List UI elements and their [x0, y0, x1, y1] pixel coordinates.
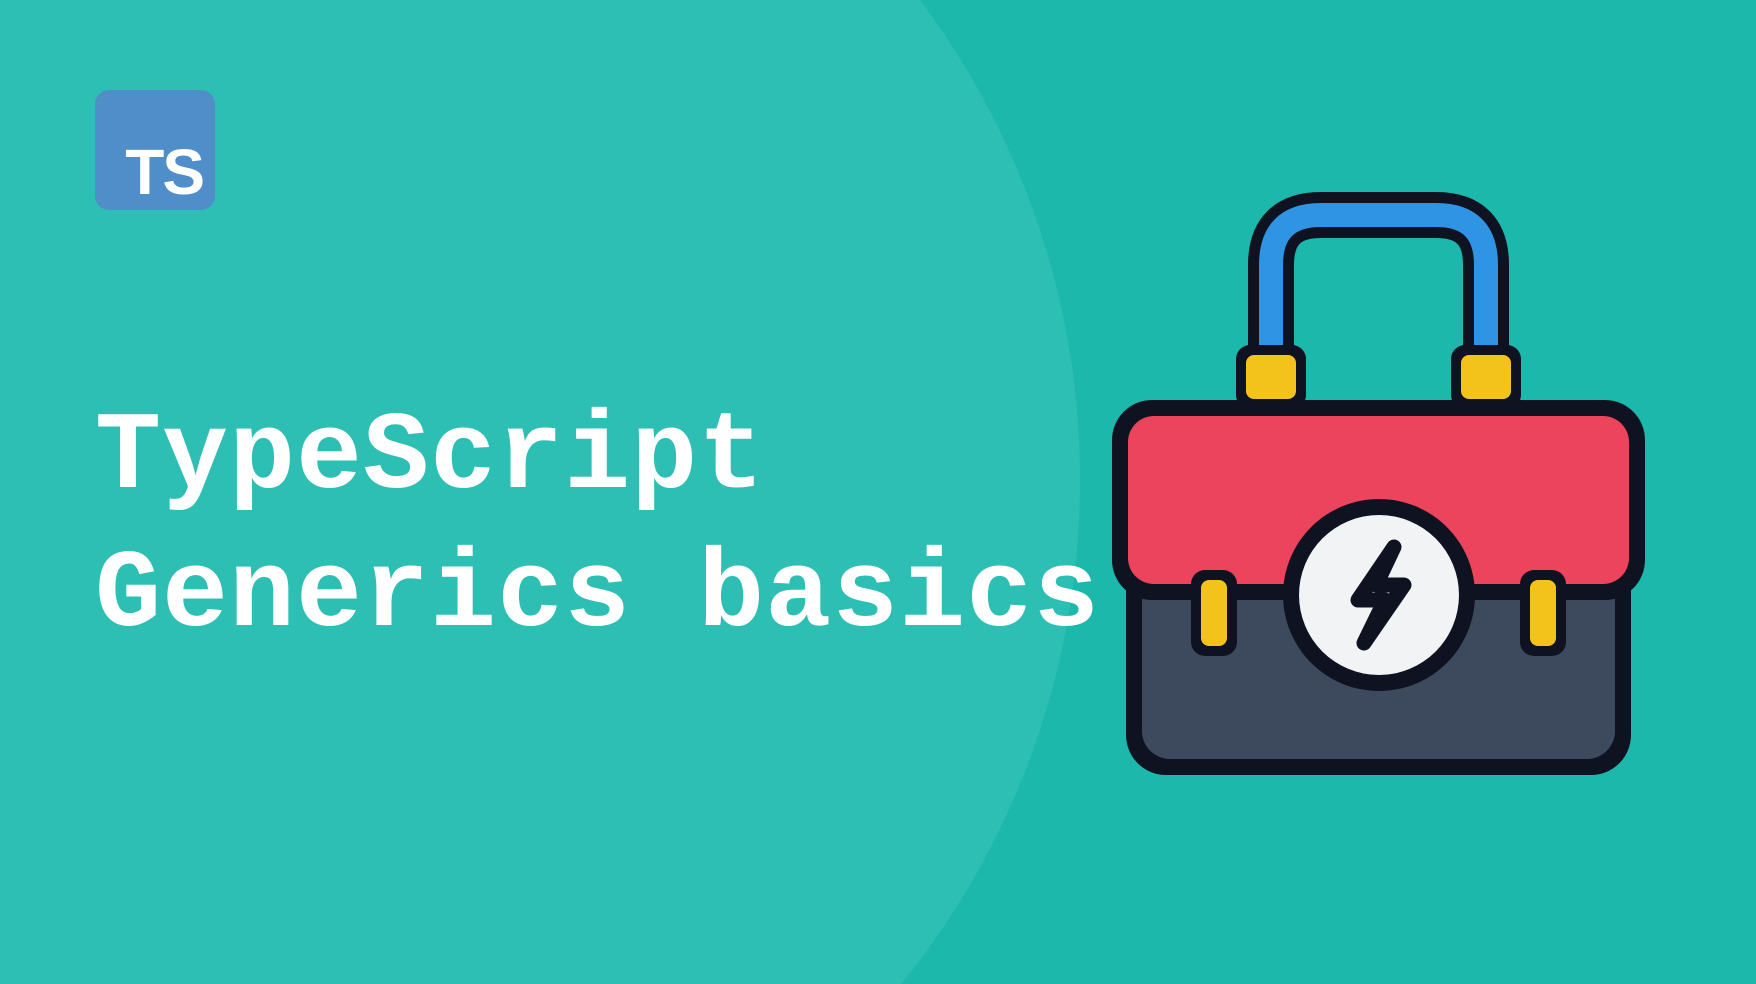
toolbox-icon	[1106, 175, 1651, 795]
page-title: TypeScript Generics basics	[95, 390, 1100, 665]
typescript-logo: TS	[95, 90, 215, 210]
title-line-2: Generics basics	[95, 528, 1100, 666]
typescript-logo-text: TS	[125, 140, 203, 204]
title-line-1: TypeScript	[95, 390, 1100, 528]
